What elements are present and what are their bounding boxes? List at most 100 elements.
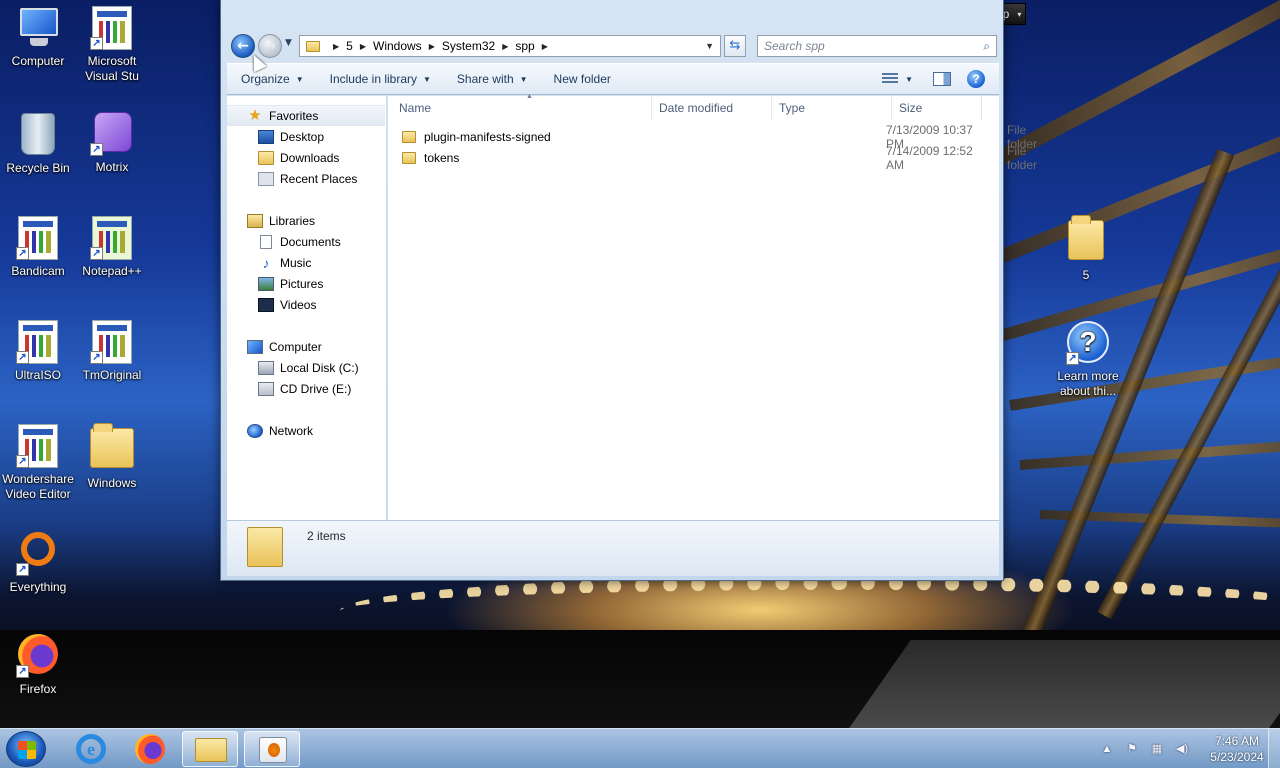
language-bar-options-icon[interactable]: ▾ [1017,10,1021,19]
nav-item-desktop[interactable]: Desktop [227,126,385,147]
app-shortcut-icon: ↗ [16,424,60,468]
desktop-icon-learn-more[interactable]: ? ↗ Learn more about thi... [1050,320,1126,399]
nav-item-videos[interactable]: Videos [227,294,385,315]
downloads-folder-icon [258,150,274,165]
desktop-icon-microsoft-visual-studio[interactable]: ↗ Microsoft Visual Stu [74,6,150,84]
share-with-button[interactable]: Share with ▼ [457,72,528,86]
desktop-icon-everything[interactable]: ↗ Everything [0,528,76,595]
desktop-icon-notepad-plus-plus[interactable]: ↗ Notepad++ [74,216,150,279]
volume-icon[interactable]: ◀) [1174,742,1190,756]
taskbar-internet-explorer[interactable]: e [64,731,120,767]
address-history-dropdown[interactable]: ▼ [705,41,714,51]
network-status-icon[interactable]: ▦ [1149,742,1165,756]
clock-time: 7:46 AM [1214,734,1260,748]
column-header-size[interactable]: Size [892,96,982,120]
breadcrumb-item-5[interactable]: 5 [346,39,353,53]
breadcrumb: ▶ 5 ▶ Windows ▶ System32 ▶ spp ▶ [326,39,555,53]
nav-item-downloads[interactable]: Downloads [227,147,385,168]
breadcrumb-item-windows[interactable]: Windows [373,39,422,53]
nav-item-documents[interactable]: Documents [227,231,385,252]
preview-pane-icon[interactable] [933,72,951,86]
start-button[interactable] [6,731,46,767]
desktop-icon-firefox[interactable]: ↗ Firefox [0,632,76,697]
desktop-icon-tmoriginal[interactable]: ↗ TmOriginal [74,320,150,383]
organize-button[interactable]: Organize ▼ [241,72,304,86]
navigation-bar: ← → ▼ ▶ 5 ▶ Windows ▶ System32 ▶ spp ▶ ▼… [227,33,999,59]
hard-disk-icon [258,360,274,375]
desktop-icon-ultraiso[interactable]: ↗ UltraISO [0,320,76,383]
file-name: tokens [424,151,460,165]
item-count: 2 items [307,529,346,543]
notepad-plus-plus-icon: ↗ [90,216,134,260]
cd-drive-icon [258,381,274,396]
include-in-library-button[interactable]: Include in library ▼ [330,72,431,86]
help-icon: ? ↗ [1066,321,1110,365]
taskbar-windows-explorer[interactable] [182,731,238,767]
chevron-right-icon[interactable]: ▶ [333,42,339,51]
column-header-name[interactable]: Name ▲ [392,93,652,120]
folder-icon [306,40,320,52]
documents-icon [260,234,272,249]
libraries-icon [247,213,263,228]
nav-computer[interactable]: Computer [227,336,385,357]
column-header-type[interactable]: Type [772,96,892,120]
chevron-right-icon[interactable]: ▶ [360,42,366,51]
file-list: Name ▲ Date modified Type Size plugin-ma… [388,93,1037,520]
nav-network[interactable]: Network [227,420,385,441]
column-header-date-modified[interactable]: Date modified [652,96,772,120]
chevron-right-icon[interactable]: ▶ [542,42,548,51]
chevron-right-icon[interactable]: ▶ [429,42,435,51]
nav-item-cd-drive-e[interactable]: CD Drive (E:) [227,378,385,399]
show-desktop-button[interactable] [1268,729,1280,768]
new-folder-button[interactable]: New folder [554,72,611,86]
arrow-right-icon: → [264,38,276,54]
navigation-pane: ★ Favorites Desktop Downloads Recent Pla… [227,96,387,520]
desktop-icon-computer[interactable]: Computer [0,6,76,69]
recent-places-icon [258,171,274,186]
nav-favorites[interactable]: ★ Favorites [227,105,385,126]
folder-icon [195,738,227,762]
clock[interactable]: 7:46 AM 5/23/2024 [1204,733,1270,765]
breadcrumb-item-spp[interactable]: spp [515,39,534,53]
folder-icon [402,131,416,143]
taskbar-firefox[interactable] [122,731,178,767]
refresh-button[interactable]: ⇆ [724,35,746,57]
nav-item-local-disk-c[interactable]: Local Disk (C:) [227,357,385,378]
folder-icon [247,527,283,567]
action-center-flag-icon[interactable]: ⚑ [1124,742,1140,756]
nav-item-music[interactable]: ♪ Music [227,252,385,273]
desktop-icon-recycle-bin[interactable]: Recycle Bin [0,112,76,176]
address-bar[interactable]: ▶ 5 ▶ Windows ▶ System32 ▶ spp ▶ ▼ [299,35,721,57]
table-row[interactable]: tokens 7/14/2009 12:52 AM File folder [402,144,1037,172]
desktop-icon-folder-5[interactable]: 5 [1048,215,1124,283]
computer-icon [247,339,263,354]
search-icon[interactable]: ⌕ [983,39,990,54]
taskbar-media-player[interactable] [244,731,300,767]
folder-icon [90,423,134,472]
search-input[interactable]: Search spp ⌕ [757,35,997,57]
help-icon[interactable]: ? [967,70,985,88]
chevron-down-icon: ▼ [423,74,431,84]
motrix-icon: ↗ [90,112,134,156]
view-options-dropdown[interactable]: ▼ [905,75,913,84]
change-view-icon[interactable] [881,72,899,86]
nav-item-pictures[interactable]: Pictures [227,273,385,294]
desktop-icon-windows-folder[interactable]: Windows [74,423,150,491]
recent-pages-dropdown[interactable]: ▼ [285,38,292,48]
desktop-icon-bandicam[interactable]: ↗ Bandicam [0,216,76,279]
nav-item-recent-places[interactable]: Recent Places [227,168,385,189]
chevron-down-icon: ▼ [519,74,528,84]
firefox-icon [135,734,165,764]
taskbar: e ▲ ⚑ ▦ ◀) 7:46 AM 5/23/2024 [0,728,1280,768]
desktop-icon-motrix[interactable]: ↗ Motrix [74,112,150,175]
command-bar: Organize ▼ Include in library ▼ Share with… [227,63,999,95]
nav-libraries[interactable]: Libraries [227,210,385,231]
internet-explorer-icon: e [76,734,106,764]
desktop-icon-wondershare-video-editor[interactable]: ↗ Wondershare Video Editor [0,424,76,502]
app-shortcut-icon: ↗ [90,6,134,50]
everything-icon: ↗ [16,532,60,576]
chevron-right-icon[interactable]: ▶ [502,42,508,51]
breadcrumb-item-system32[interactable]: System32 [442,39,495,53]
show-hidden-icons-icon[interactable]: ▲ [1099,742,1115,756]
file-date: 7/14/2009 12:52 AM [886,144,973,172]
